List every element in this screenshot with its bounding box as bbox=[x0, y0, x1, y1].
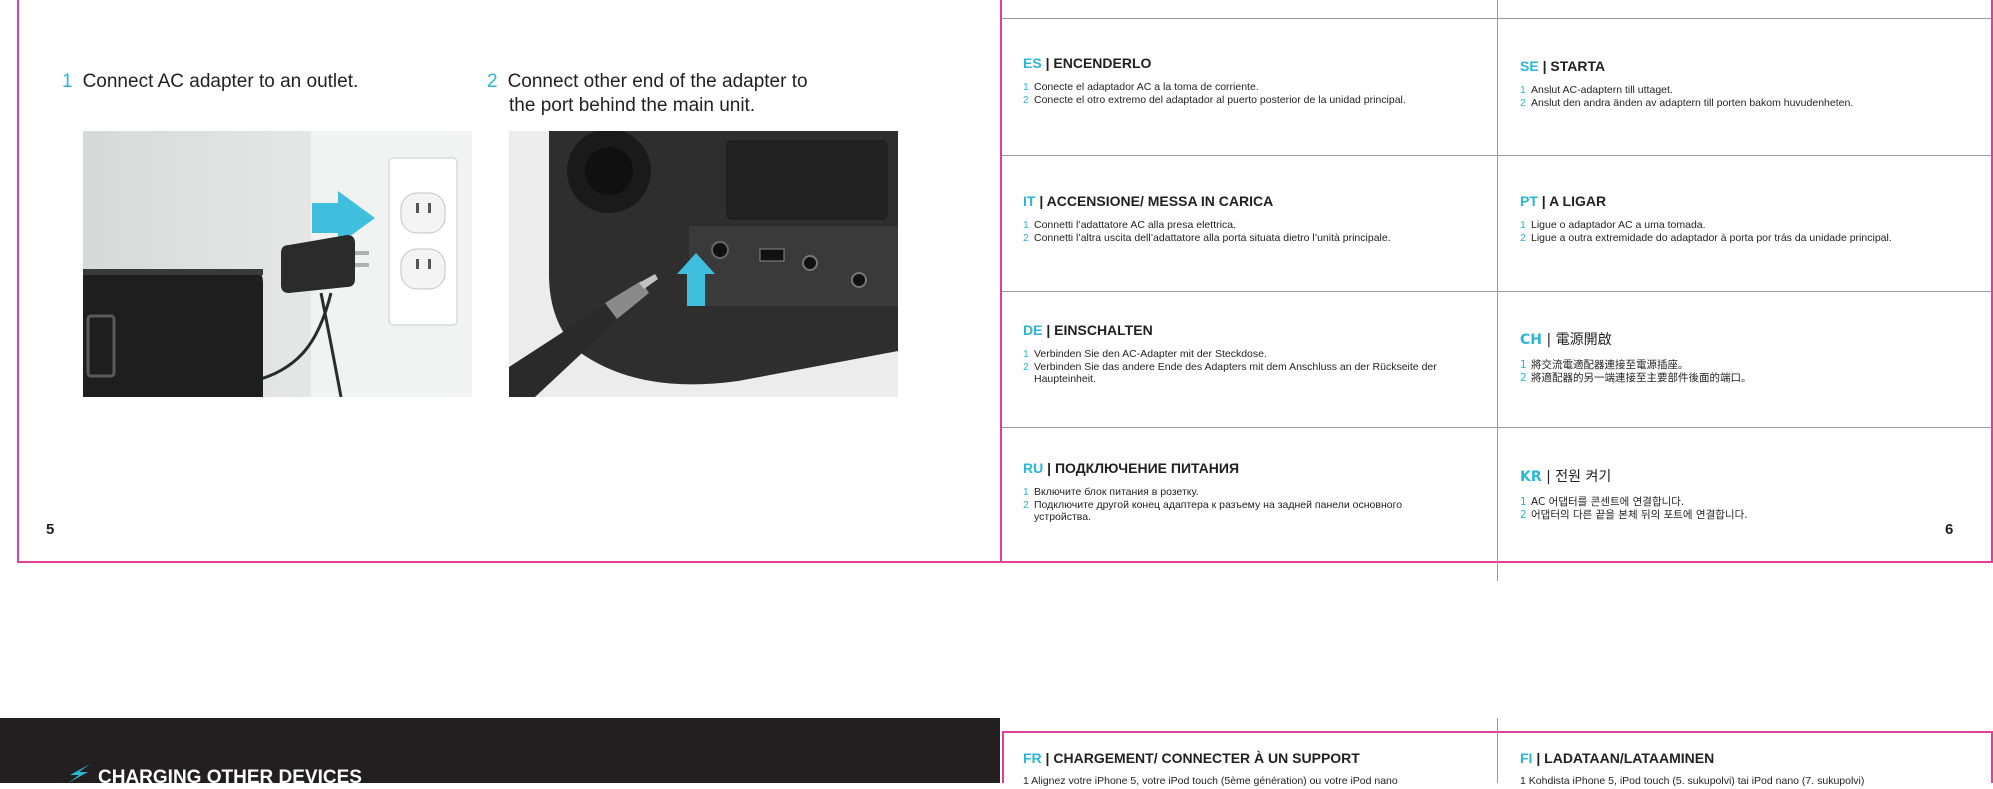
grid-row-line-4 bbox=[1002, 427, 1991, 428]
section-heading: PT | A LIGAR bbox=[1520, 193, 1607, 209]
section-kr: KR | 전원 켜기 1 AC 어댑터를 콘센트에 연결합니다. 2 어댑터의 다른… bbox=[1520, 466, 1993, 522]
instruction-line: 2 어댑터의 다른 끝을 본체 뒤의 포트에 연결합니다. bbox=[1520, 509, 1748, 521]
page-number-right: 6 bbox=[1945, 521, 1954, 538]
section-heading: RU | ПОДКЛЮЧЕНИЕ ПИТАНИЯ bbox=[1023, 460, 1240, 476]
section-it: IT | ACCENSIONE/ MESSA IN CARICA 1 Connet… bbox=[1023, 193, 1503, 245]
section-heading: FR | CHARGEMENT/ CONNECTER À UN SUPPORT bbox=[1023, 750, 1360, 766]
section-fi: FI | LADATAAN/LATAAMINEN bbox=[1520, 750, 1993, 776]
section-heading: ES | ENCENDERLO bbox=[1023, 55, 1152, 71]
section-ch: CH | 電源開啟 1 將交流電適配器連接至電源插座。 2 將適配器的另一端連接至主… bbox=[1520, 329, 1993, 385]
section-se: SE | STARTA 1 Anslut AC-adaptern till utt… bbox=[1520, 58, 1993, 110]
port-illustration bbox=[509, 131, 898, 397]
instruction-line: 2 將適配器的另一端連接至主要部件後面的端口。 bbox=[1520, 372, 1752, 384]
charging-title: CHARGING OTHER DEVICES bbox=[98, 767, 362, 788]
section-fi-line: 1 Kohdista iPhone 5, iPod touch (5. suku… bbox=[1520, 775, 1865, 787]
section-fr: FR | CHARGEMENT/ CONNECTER À UN SUPPORT bbox=[1023, 750, 1503, 776]
grid-row-line-1 bbox=[1002, 18, 1991, 19]
section-heading: IT | ACCENSIONE/ MESSA IN CARICA bbox=[1023, 193, 1274, 209]
instruction-line: 2 Подключите другой конец адаптера к разъ… bbox=[1023, 499, 1403, 523]
port-photo bbox=[509, 131, 898, 397]
instruction-line: 2 Conecte el otro extremo del adaptador a… bbox=[1023, 94, 1406, 106]
instruction-line: 1 Connetti l’adattatore AC alla presa ele… bbox=[1023, 219, 1236, 231]
section-heading: DE | EINSCHALTEN bbox=[1023, 322, 1153, 338]
section-pt: PT | A LIGAR 1 Ligue o adaptador AC a uma… bbox=[1520, 193, 1993, 245]
grid-row-line-3 bbox=[1002, 291, 1991, 292]
instruction-line: 1 Включите блок питания в розетку. bbox=[1023, 486, 1199, 498]
instruction-line: 2 Connetti l’altra uscita dell’adattatore… bbox=[1023, 232, 1391, 244]
step-2: 2 Connect other end of the adapter to the… bbox=[487, 71, 808, 116]
grid-row-line-2 bbox=[1002, 155, 1991, 156]
page-border-bottom bbox=[17, 561, 1993, 563]
instruction-line: 2 Verbinden Sie das andere Ende des Adapt… bbox=[1023, 361, 1437, 385]
section-ru: RU | ПОДКЛЮЧЕНИЕ ПИТАНИЯ 1 Включите блок … bbox=[1023, 460, 1443, 524]
section-fr-line: 1 Alignez votre iPhone 5, votre iPod tou… bbox=[1023, 775, 1398, 787]
outlet-illustration bbox=[83, 131, 472, 397]
lightning-icon bbox=[68, 764, 90, 783]
page-number-left: 5 bbox=[46, 521, 55, 538]
instruction-line: 2 Anslut den andra änden av adaptern till… bbox=[1520, 97, 1854, 109]
outlet-photo bbox=[83, 131, 472, 397]
instruction-line: 1 Conecte el adaptador AC a la toma de co… bbox=[1023, 81, 1259, 93]
instruction-line: 1 將交流電適配器連接至電源插座。 bbox=[1520, 359, 1689, 371]
instruction-line: 1 Verbinden Sie den AC-Adapter mit der St… bbox=[1023, 348, 1267, 360]
page-divider bbox=[1000, 0, 1002, 563]
section-heading: CH | 電源開啟 bbox=[1520, 332, 1612, 348]
section-heading: SE | STARTA bbox=[1520, 58, 1606, 74]
instruction-line: 1 Ligue o adaptador AC a uma tomada. bbox=[1520, 219, 1706, 231]
instruction-line: 1 Anslut AC-adaptern till uttaget. bbox=[1520, 84, 1673, 96]
section-de: DE | EINSCHALTEN 1 Verbinden Sie den AC-A… bbox=[1023, 322, 1443, 386]
section-heading: FI | LADATAAN/LATAAMINEN bbox=[1520, 750, 1715, 766]
section-heading: KR | 전원 켜기 bbox=[1520, 469, 1612, 485]
step-1: 1 Connect AC adapter to an outlet. bbox=[62, 71, 359, 92]
next-page-border-left bbox=[1002, 731, 1004, 783]
section-es: ES | ENCENDERLO 1 Conecte el adaptador AC… bbox=[1023, 55, 1503, 107]
page-border-left bbox=[17, 0, 19, 563]
instruction-line: 2 Ligue a outra extremidade do adaptador … bbox=[1520, 232, 1892, 244]
instruction-line: 1 AC 어댑터를 콘센트에 연결합니다. bbox=[1520, 496, 1685, 508]
